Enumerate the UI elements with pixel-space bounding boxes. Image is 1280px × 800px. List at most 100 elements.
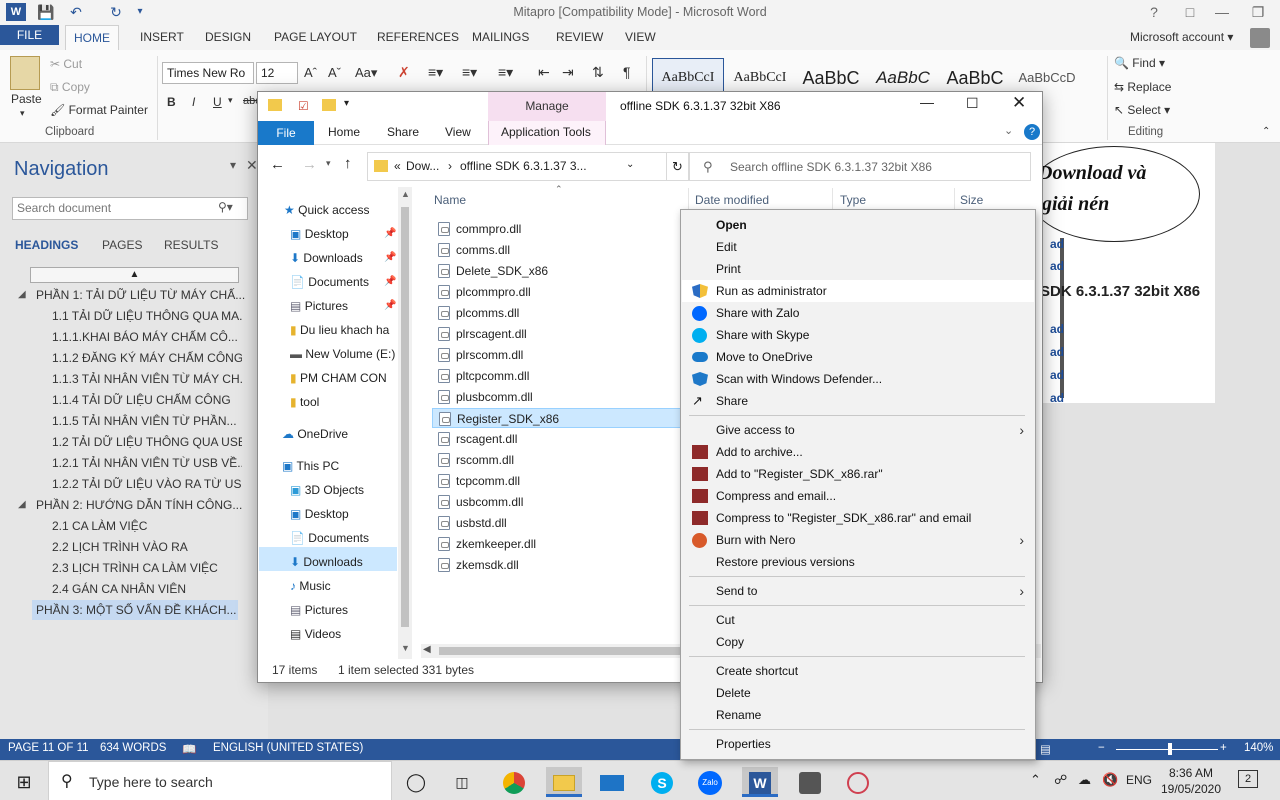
forward-icon[interactable]: → xyxy=(302,156,317,173)
zoom-slider[interactable] xyxy=(1116,749,1218,750)
file-row[interactable]: usbcomm.dll xyxy=(432,492,682,512)
tab-headings[interactable]: HEADINGS xyxy=(15,238,78,252)
menu-open[interactable]: Open xyxy=(682,214,1034,236)
address-bar[interactable]: « Dow... › offline SDK 6.3.1.37 3... ⌄ xyxy=(367,152,667,181)
breadcrumb-overflow[interactable]: « xyxy=(394,159,401,173)
tab-insert[interactable]: INSERT xyxy=(132,25,192,50)
expand-ribbon-icon[interactable]: ⌄ xyxy=(1004,124,1013,137)
heading-item[interactable]: 1.2 TẢI DỮ LIỆU THÔNG QUA USB xyxy=(52,432,242,452)
file-explorer-icon[interactable] xyxy=(546,767,582,797)
menu-restore-versions[interactable]: Restore previous versions xyxy=(682,551,1034,573)
chrome-icon[interactable] xyxy=(496,767,532,797)
menu-move-onedrive[interactable]: Move to OneDrive xyxy=(682,346,1034,368)
zoom-in-icon[interactable]: + xyxy=(1220,742,1227,754)
tab-view[interactable]: View xyxy=(445,125,471,139)
pin-icon[interactable]: 📌 xyxy=(384,276,396,287)
tab-references[interactable]: REFERENCES xyxy=(369,25,467,50)
nav-options-icon[interactable]: ▾ xyxy=(230,158,236,172)
file-row[interactable]: zkemsdk.dll xyxy=(432,555,682,575)
close-icon[interactable]: ✕ xyxy=(246,157,258,174)
page-count[interactable]: PAGE 11 OF 11 xyxy=(8,742,89,754)
menu-compress-rar-email[interactable]: Compress to "Register_SDK_x86.rar" and e… xyxy=(682,507,1034,529)
heading-item[interactable]: 2.3 LỊCH TRÌNH CA LÀM VIỆC xyxy=(52,558,242,578)
tree-item-drive[interactable]: ▬ New Volume (E:) xyxy=(290,343,398,365)
copy-button[interactable]: ⧉ Copy xyxy=(50,80,90,95)
tab-view[interactable]: VIEW xyxy=(617,25,664,50)
app-icon[interactable] xyxy=(792,767,828,797)
scroll-down-icon[interactable]: ▼ xyxy=(401,643,410,653)
tree-item-music[interactable]: ♪ Music xyxy=(290,575,331,597)
sort-icon[interactable]: ⇅ xyxy=(592,64,604,81)
tab-share[interactable]: Share xyxy=(387,125,419,139)
tree-item-this-pc[interactable]: ▣ This PC xyxy=(282,455,339,477)
file-row[interactable]: plrscomm.dll xyxy=(432,345,682,365)
recent-locations-icon[interactable]: ▾ xyxy=(326,158,331,169)
tab-file[interactable]: File xyxy=(258,121,314,145)
heading-item-selected[interactable]: PHẦN 3: MỘT SỐ VẤN ĐỀ KHÁCH... xyxy=(32,600,238,620)
up-icon[interactable]: ↑ xyxy=(344,155,352,172)
file-row[interactable]: comms.dll xyxy=(432,240,682,260)
heading-item[interactable]: 2.2 LỊCH TRÌNH VÀO RA xyxy=(52,537,242,557)
input-language[interactable]: ENG xyxy=(1126,773,1152,787)
column-size[interactable]: Size xyxy=(960,193,983,207)
menu-compress-email[interactable]: Compress and email... xyxy=(682,485,1034,507)
menu-rename[interactable]: Rename xyxy=(682,704,1034,726)
heading-item[interactable]: 1.1.4 TẢI DỮ LIỆU CHẤM CÔNG xyxy=(52,390,242,410)
menu-cut[interactable]: Cut xyxy=(682,609,1034,631)
proofing-icon[interactable]: 📖 xyxy=(182,742,196,756)
paste-icon[interactable] xyxy=(10,56,40,90)
menu-burn-nero[interactable]: Burn with Nero › xyxy=(682,529,1034,551)
start-button[interactable]: ⊞ xyxy=(6,767,42,797)
pin-icon[interactable]: 📌 xyxy=(384,300,396,311)
menu-copy[interactable]: Copy xyxy=(682,631,1034,653)
tab-application-tools[interactable]: Application Tools xyxy=(501,125,591,139)
menu-edit[interactable]: Edit xyxy=(682,236,1034,258)
file-row[interactable]: plusbcomm.dll xyxy=(432,387,682,407)
heading-item[interactable]: 1.1 TẢI DỮ LIỆU THÔNG QUA MA... xyxy=(52,306,242,326)
manage-context-tab[interactable]: Manage xyxy=(488,92,606,121)
address-dropdown-icon[interactable]: ⌄ xyxy=(626,159,634,170)
bold-icon[interactable]: B xyxy=(167,95,176,109)
paste-dropdown-icon[interactable]: ▾ xyxy=(20,108,25,119)
minimize-button[interactable]: — xyxy=(1202,2,1242,22)
language-status[interactable]: ENGLISH (UNITED STATES) xyxy=(213,742,363,754)
grow-font-icon[interactable]: Aˆ xyxy=(304,65,317,80)
scroll-left-icon[interactable]: ◀ xyxy=(423,644,431,655)
menu-share-skype[interactable]: Share with Skype xyxy=(682,324,1034,346)
tree-item-onedrive[interactable]: ☁ OneDrive xyxy=(282,423,348,445)
customize-qat-icon[interactable]: ▾ xyxy=(344,98,349,109)
back-icon[interactable]: ← xyxy=(270,156,285,173)
skype-icon[interactable]: S xyxy=(644,767,680,797)
zoom-out-icon[interactable]: − xyxy=(1098,742,1105,754)
clock[interactable]: 8:36 AM 19/05/2020 xyxy=(1156,765,1226,797)
scroll-up-button[interactable]: ▲ xyxy=(30,267,239,283)
underline-dropdown-icon[interactable]: ▾ xyxy=(228,95,233,106)
column-date-modified[interactable]: Date modified xyxy=(695,193,769,207)
collapse-ribbon-icon[interactable]: ⌃ xyxy=(1262,126,1270,137)
file-row[interactable]: usbstd.dll xyxy=(432,513,682,533)
tree-item-videos[interactable]: ▤ Videos xyxy=(290,623,341,645)
menu-print[interactable]: Print xyxy=(682,258,1034,280)
tree-item-downloads-selected[interactable]: ⬇ Downloads xyxy=(290,551,363,573)
task-view-icon[interactable]: ◫ xyxy=(444,767,480,797)
menu-scan-defender[interactable]: Scan with Windows Defender... xyxy=(682,368,1034,390)
file-row[interactable]: plrscagent.dll xyxy=(432,324,682,344)
heading-item[interactable]: 1.1.3 TẢI NHÂN VIÊN TỪ MÁY CH... xyxy=(52,369,242,389)
help-icon[interactable]: ? xyxy=(1134,2,1174,22)
font-size-field[interactable]: 12 xyxy=(256,62,298,84)
collapse-icon[interactable]: ◢ xyxy=(18,289,26,300)
close-button[interactable]: ✕ xyxy=(1012,93,1026,113)
shrink-font-icon[interactable]: Aˇ xyxy=(328,65,341,80)
tree-item-documents[interactable]: 📄 Documents xyxy=(290,271,369,293)
heading-item[interactable]: 1.1.1.KHAI BÁO MÁY CHẤM CÔ... xyxy=(52,327,242,347)
tab-page-layout[interactable]: PAGE LAYOUT xyxy=(266,25,365,50)
tree-item-folder[interactable]: ▮ PM CHAM CON xyxy=(290,367,398,389)
tree-item-folder[interactable]: ▮ tool xyxy=(290,391,319,413)
file-row[interactable]: rscagent.dll xyxy=(432,429,682,449)
maximize-button[interactable]: ☐ xyxy=(966,95,979,112)
word-count[interactable]: 634 WORDS xyxy=(100,742,166,754)
tab-mailings[interactable]: MAILINGS xyxy=(464,25,537,50)
numbering-icon[interactable]: ≡▾ xyxy=(462,64,477,81)
tree-item-quick-access[interactable]: ★ Quick access xyxy=(284,199,369,221)
underline-icon[interactable]: U xyxy=(213,95,222,109)
